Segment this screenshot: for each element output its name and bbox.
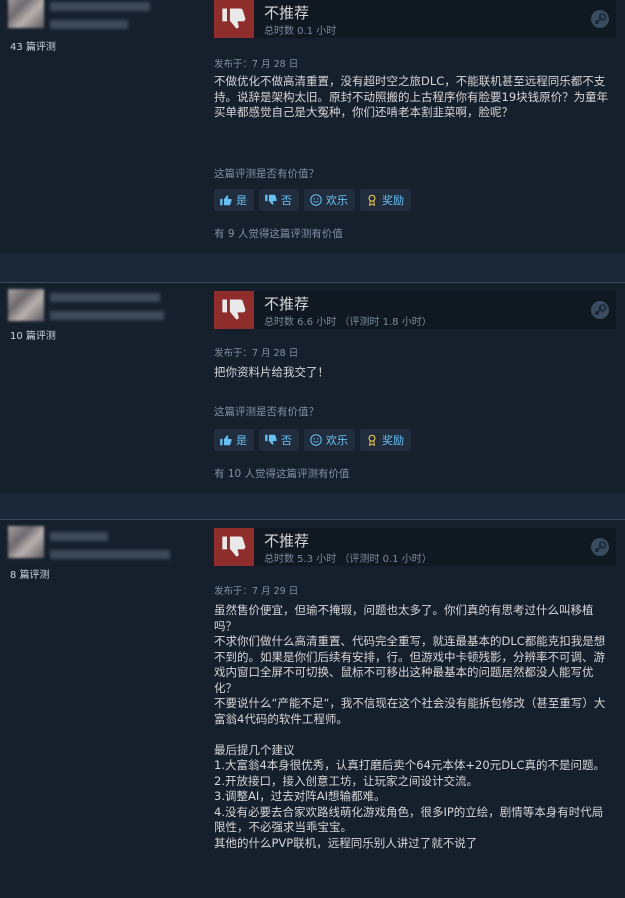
award-label: 奖励 <box>382 434 404 447</box>
vote-no-label: 否 <box>281 194 292 207</box>
thumb-down-small-icon <box>265 434 277 445</box>
steam-logo-icon <box>590 537 610 561</box>
posted-date: 发布于：7 月 28 日 <box>214 348 299 359</box>
vote-header[interactable]: 不推荐 总时数 5.3 小时 （评测时 0.1 小时） <box>214 528 616 566</box>
avatar[interactable] <box>8 0 44 28</box>
vote-no-label: 否 <box>281 434 292 447</box>
steam-logo-icon <box>590 9 610 33</box>
smile-icon <box>310 194 322 206</box>
verdict-title: 不推荐 <box>264 532 310 550</box>
vote-yes-button[interactable]: 是 <box>214 189 254 211</box>
review-line: 最后提几个建议 <box>214 742 295 757</box>
review-card-2: 10 篇评测 不推荐 总时数 6.6 小时 （评测时 1.8 小时） 发布于：7… <box>0 282 625 493</box>
review-text: 不做优化不做高清重置，没有超时空之旅DLC，不能联机甚至远程同乐都不支持。说辞是… <box>214 74 609 119</box>
helpful-question: 这篇评测是否有价值？ <box>214 168 319 180</box>
vote-header[interactable]: 不推荐 总时数 0.1 小时 <box>214 0 616 38</box>
found-helpful-count: 有 10 人觉得这篇评测有价值 <box>214 468 350 480</box>
reviewer-review-count[interactable]: 43 篇评测 <box>10 38 56 53</box>
reviewer-detail-blurred <box>50 311 164 320</box>
review-line: 不求你们做什么高清重置、代码完全重写，就连最基本的DLC都能克扣我是想不到的。如… <box>214 634 606 695</box>
playtime-hours: 总时数 0.1 小时 <box>264 26 337 37</box>
award-icon <box>368 194 376 207</box>
award-button[interactable]: 奖励 <box>360 429 411 451</box>
avatar[interactable] <box>8 526 44 558</box>
vote-no-button[interactable]: 否 <box>259 429 299 451</box>
thumb-up-icon <box>220 195 232 206</box>
review-content: 不做优化不做高清重置，没有超时空之旅DLC，不能联机甚至远程同乐都不支持。说辞是… <box>214 74 614 121</box>
review-content: 虽然售价便宜，但瑜不掩瑕，问题也太多了。你们真的有思考过什么叫移植吗？ 不求你们… <box>214 603 614 851</box>
review-card-3: 8 篇评测 不推荐 总时数 5.3 小时 （评测时 0.1 小时） 发布于：7 … <box>0 519 625 898</box>
review-text: 把你资料片给我交了！ <box>214 365 329 379</box>
reviewer-review-count[interactable]: 10 篇评测 <box>10 327 56 342</box>
review-card-1: 43 篇评测 不推荐 总时数 0.1 小时 发布于：7 月 28 日 不做优化不… <box>0 0 625 253</box>
reviewer-review-count[interactable]: 8 篇评测 <box>10 566 50 581</box>
vote-yes-label: 是 <box>236 194 247 207</box>
reviewer-name-blurred[interactable] <box>50 293 160 302</box>
posted-date: 发布于：7 月 29 日 <box>214 586 299 597</box>
vote-no-button[interactable]: 否 <box>259 189 299 211</box>
review-line-blank: ​ <box>214 727 614 743</box>
vote-header[interactable]: 不推荐 总时数 6.6 小时 （评测时 1.8 小时） <box>214 291 616 329</box>
award-button[interactable]: 奖励 <box>360 189 411 211</box>
posted-date: 发布于：7 月 28 日 <box>214 59 299 70</box>
playtime-hours: 总时数 5.3 小时 （评测时 0.1 小时） <box>264 554 432 565</box>
review-line: 3.调整AI，过去对阵AI想输都难。 <box>214 789 386 803</box>
vote-funny-label: 欢乐 <box>326 434 348 447</box>
reviewer-name-blurred[interactable] <box>50 2 150 11</box>
thumb-up-icon <box>220 435 232 446</box>
review-line: 其他的什么PVP联机，远程同乐别人讲过了就不说了 <box>214 835 478 850</box>
rating-buttons: 是 否 欢乐 奖励 <box>214 189 411 211</box>
reviewer-detail-blurred <box>50 550 170 559</box>
award-label: 奖励 <box>382 194 404 207</box>
thumb-down-icon <box>214 291 254 329</box>
found-helpful-count: 有 9 人觉得这篇评测有价值 <box>214 228 343 240</box>
avatar[interactable] <box>8 289 44 321</box>
rating-buttons: 是 否 欢乐 奖励 <box>214 429 411 451</box>
vote-funny-label: 欢乐 <box>326 194 348 207</box>
review-line: 不要说什么“产能不足“，我不信现在这个社会没有能拆包修改（甚至重写）大富翁4代码… <box>214 696 606 726</box>
vote-yes-button[interactable]: 是 <box>214 429 254 451</box>
review-content: 把你资料片给我交了！ <box>214 365 614 381</box>
review-line: 4.没有必要去合家欢路线萌化游戏角色，很多IP的立绘，剧情等本身有时代局限性，不… <box>214 804 604 835</box>
thumb-down-icon <box>214 528 254 566</box>
playtime-hours: 总时数 6.6 小时 （评测时 1.8 小时） <box>264 317 432 328</box>
review-line: 2.开放接口，接入创意工坊，让玩家之间设计交流。 <box>214 773 478 788</box>
reviewer-name-blurred[interactable] <box>50 532 108 541</box>
steam-logo-icon <box>590 300 610 324</box>
review-line: 虽然售价便宜，但瑜不掩瑕，问题也太多了。你们真的有思考过什么叫移植吗？ <box>214 603 594 633</box>
vote-yes-label: 是 <box>236 434 247 447</box>
thumb-down-small-icon <box>265 194 277 205</box>
vote-funny-button[interactable]: 欢乐 <box>304 189 355 211</box>
vote-funny-button[interactable]: 欢乐 <box>304 429 355 451</box>
reviewer-detail-blurred <box>50 20 128 29</box>
review-line: 1.大富翁4本身很优秀，认真打磨后卖个64元本体+20元DLC真的不是问题。 <box>214 758 605 772</box>
thumb-down-icon <box>214 0 254 38</box>
smile-icon <box>310 434 322 446</box>
verdict-title: 不推荐 <box>264 4 310 22</box>
verdict-title: 不推荐 <box>264 295 310 313</box>
helpful-question: 这篇评测是否有价值？ <box>214 406 319 418</box>
award-icon <box>368 434 376 447</box>
